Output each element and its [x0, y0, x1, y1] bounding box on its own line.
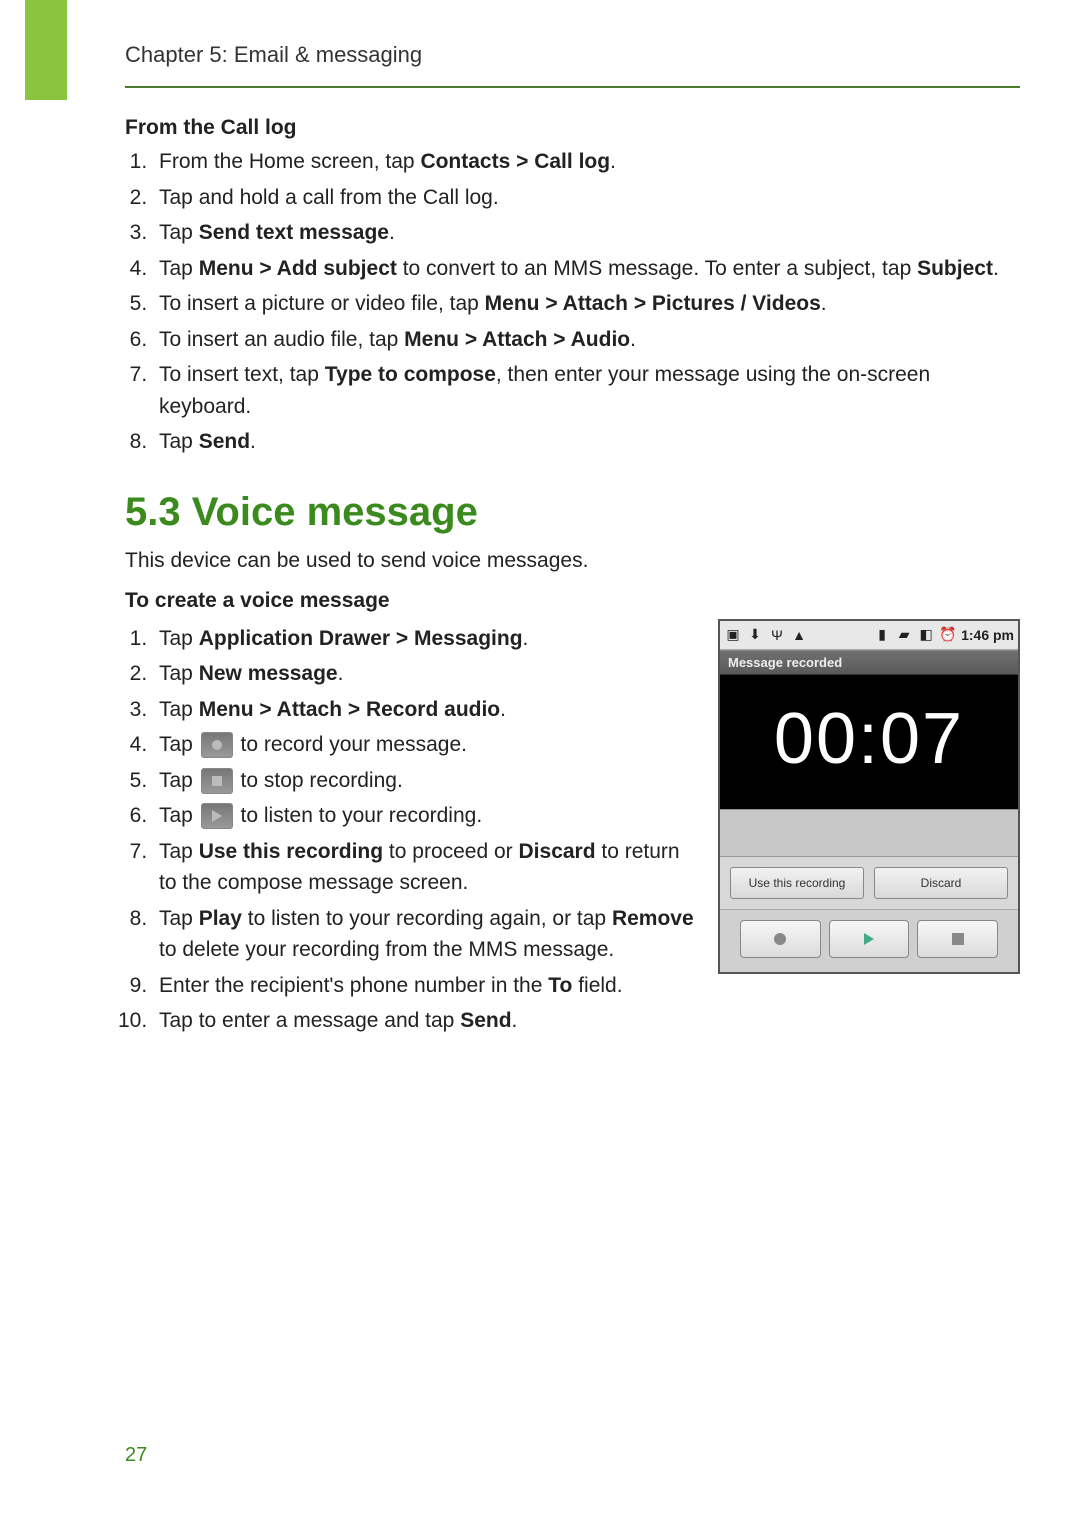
list-item: Tap and hold a call from the Call log.: [153, 182, 1020, 214]
steps-column: Tap Application Drawer > Messaging. Tap …: [125, 619, 694, 1047]
content-area: From the Call log From the Home screen, …: [125, 102, 1020, 1047]
list-item: Tap Menu > Attach > Record audio.: [153, 694, 694, 726]
timer-display: 00:07: [720, 675, 1018, 809]
section-b-intro: This device can be used to send voice me…: [125, 549, 1020, 573]
list-item: From the Home screen, tap Contacts > Cal…: [153, 146, 1020, 178]
status-bar: ▣ ⬇ Ψ ▲ ▮ ▰ ◧ ⏰ 1:46 pm: [720, 621, 1018, 650]
phone-mock: ▣ ⬇ Ψ ▲ ▮ ▰ ◧ ⏰ 1:46 pm Message recorded: [718, 619, 1020, 974]
side-tab: [25, 0, 67, 100]
battery-icon: ▮: [873, 626, 891, 644]
list-item: Tap Use this recording to proceed or Dis…: [153, 836, 694, 899]
list-item: To insert a picture or video file, tap M…: [153, 288, 1020, 320]
list-item: Tap to stop recording.: [153, 765, 694, 797]
usb-icon: Ψ: [768, 626, 786, 644]
alarm-icon: ⏰: [939, 626, 957, 644]
record-icon: [201, 732, 233, 758]
section-b-subhead: To create a voice message: [125, 589, 1020, 613]
screen-title: Message recorded: [720, 650, 1018, 675]
playback-controls: [720, 909, 1018, 972]
section-a-steps: From the Home screen, tap Contacts > Cal…: [125, 146, 1020, 458]
play-icon: [201, 803, 233, 829]
list-item: Tap Play to listen to your recording aga…: [153, 903, 694, 966]
list-item: Tap Send.: [153, 426, 1020, 458]
sdcard-icon: ▣: [724, 626, 742, 644]
list-item: To insert an audio file, tap Menu > Atta…: [153, 324, 1020, 356]
section-b-steps: Tap Application Drawer > Messaging. Tap …: [125, 623, 694, 1037]
chapter-header: Chapter 5: Email & messaging: [125, 42, 1020, 88]
list-item: To insert text, tap Type to compose, the…: [153, 359, 1020, 422]
action-buttons: Use this recording Discard: [720, 857, 1018, 909]
page: Chapter 5: Email & messaging From the Ca…: [0, 0, 1080, 1527]
timer-value: 00:07: [720, 703, 1018, 775]
stop-icon: [952, 933, 964, 945]
list-item: Tap Send text message.: [153, 217, 1020, 249]
list-item: Enter the recipient's phone number in th…: [153, 970, 694, 1002]
list-item: Tap Application Drawer > Messaging.: [153, 623, 694, 655]
use-recording-button[interactable]: Use this recording: [730, 867, 864, 899]
two-col-row: Tap Application Drawer > Messaging. Tap …: [125, 619, 1020, 1047]
status-time: 1:46 pm: [961, 627, 1014, 643]
waveform: [720, 809, 1018, 857]
section-b-title: 5.3 Voice message: [125, 490, 1020, 535]
section-a-heading: From the Call log: [125, 116, 1020, 140]
list-item: Tap to listen to your recording.: [153, 800, 694, 832]
play-button[interactable]: [829, 920, 910, 958]
discard-button[interactable]: Discard: [874, 867, 1008, 899]
list-item: Tap to enter a message and tap Send.: [153, 1005, 694, 1037]
record-icon: [774, 933, 786, 945]
stop-button[interactable]: [917, 920, 998, 958]
network-icon: ◧: [917, 626, 935, 644]
stop-icon: [201, 768, 233, 794]
phone-column: ▣ ⬇ Ψ ▲ ▮ ▰ ◧ ⏰ 1:46 pm Message recorded: [718, 619, 1020, 974]
list-item: Tap New message.: [153, 658, 694, 690]
list-item: Tap Menu > Add subject to convert to an …: [153, 253, 1020, 285]
record-button[interactable]: [740, 920, 821, 958]
play-icon: [864, 933, 874, 945]
warning-icon: ▲: [790, 626, 808, 644]
signal-icon: ▰: [895, 626, 913, 644]
download-icon: ⬇: [746, 626, 764, 644]
list-item: Tap to record your message.: [153, 729, 694, 761]
page-number: 27: [125, 1444, 147, 1467]
